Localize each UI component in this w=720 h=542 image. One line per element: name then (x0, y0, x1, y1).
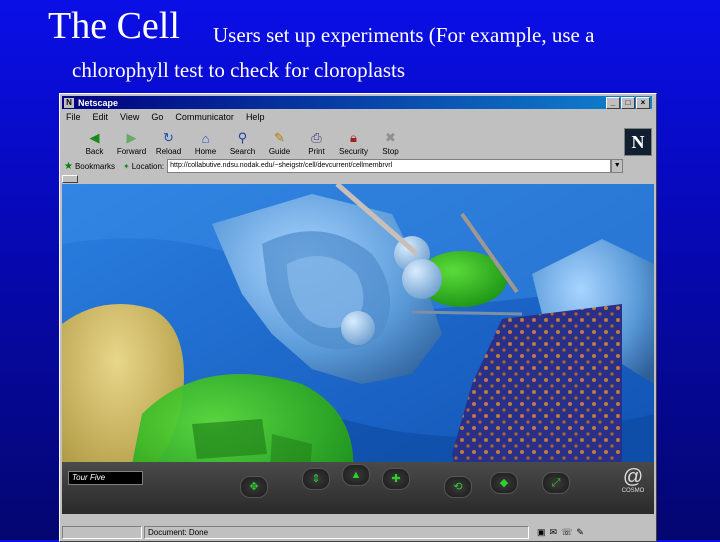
cosmo-swirl-icon: @ (622, 466, 644, 488)
home-icon: ⌂ (201, 130, 210, 146)
toolbar-grip-handle[interactable] (62, 175, 78, 183)
minimize-button[interactable]: _ (606, 97, 620, 109)
security-button[interactable]: 🔒︎ Security (335, 126, 372, 156)
menu-go[interactable]: Go (149, 112, 165, 122)
menu-bar: File Edit View Go Communicator Help (64, 110, 266, 123)
menu-communicator[interactable]: Communicator (173, 112, 236, 122)
component-navigator-icon[interactable]: ▣ (537, 527, 546, 538)
cosmo-logo: @ COSMO (618, 466, 648, 494)
mail-icon[interactable]: ✉ (550, 527, 558, 538)
netscape-window-icon[interactable]: N (64, 97, 74, 108)
close-button[interactable]: × (636, 97, 650, 109)
page-proxy-icon[interactable]: ✦ (123, 162, 130, 171)
slide-title: The Cell (48, 5, 180, 47)
walk-control-icon[interactable]: ✚ (382, 468, 410, 490)
stop-icon: ✖ (385, 130, 396, 145)
navigation-toolbar: ◀ Back ▶ Forward ↻ Reload ⌂ Home ⚲ Searc… (76, 126, 409, 156)
status-bar: Document: Done ▣ ✉ ☏ ✎ (62, 526, 654, 539)
personal-toolbar (62, 175, 652, 183)
composer-icon[interactable]: ✎ (576, 527, 584, 538)
pan-control-icon[interactable]: ✥ (240, 476, 268, 498)
print-button[interactable]: ⎙ Print (298, 126, 335, 156)
browser-window: N Netscape _ □ × File Edit View Go Commu… (59, 93, 657, 542)
bookmark-icon: ★ (64, 160, 73, 172)
go-forward-control-icon[interactable]: ▲ (342, 464, 370, 486)
location-url-field[interactable]: http://collabutive.ndsu.nodak.edu/~sheig… (167, 159, 612, 173)
menu-edit[interactable]: Edit (91, 112, 111, 122)
forward-button[interactable]: ▶ Forward (113, 126, 150, 156)
location-bar: ★ Bookmarks ✦ Location: http://collabuti… (64, 158, 650, 174)
security-lock-icon: 🔒︎ (350, 130, 357, 145)
window-title: Netscape (78, 97, 119, 108)
cosmo-player-controls: Tour Five ✥ ⇕ ▲ ✚ ⟲ ◆ ⤢ @ COSMO (62, 462, 654, 514)
stop-button[interactable]: ✖ Stop (372, 126, 409, 156)
zoom-control-icon[interactable]: ⇕ (302, 468, 330, 490)
discussion-icon[interactable]: ☏ (561, 527, 572, 538)
forward-arrow-icon: ▶ (126, 130, 137, 145)
straighten-control-icon[interactable]: ⤢ (542, 472, 570, 494)
maximize-button[interactable]: □ (621, 97, 635, 109)
menu-file[interactable]: File (64, 112, 83, 122)
home-button[interactable]: ⌂ Home (187, 126, 224, 157)
back-button[interactable]: ◀ Back (76, 126, 113, 156)
reload-icon: ↻ (163, 130, 174, 145)
location-dropdown-icon[interactable]: ▼ (611, 159, 624, 173)
netscape-logo[interactable]: N (624, 128, 652, 156)
location-label: ✦ Location: (122, 161, 165, 171)
back-arrow-icon: ◀ (89, 130, 100, 145)
slide-subtitle-line2: chlorophyll test to check for cloroplast… (72, 58, 405, 82)
seek-control-icon[interactable]: ◆ (490, 472, 518, 494)
status-text: Document: Done (144, 526, 529, 539)
menu-view[interactable]: View (118, 112, 141, 122)
security-status-indicator[interactable] (62, 526, 142, 539)
guide-button[interactable]: ✎ Guide (261, 126, 298, 156)
title-bar[interactable]: N Netscape _ □ × (62, 96, 652, 109)
slide-subtitle-line1: Users set up experiments (For example, u… (213, 23, 595, 47)
search-icon: ⚲ (237, 130, 248, 145)
rotate-control-icon[interactable]: ⟲ (444, 476, 472, 498)
bookmarks-button[interactable]: ★ Bookmarks (64, 161, 115, 172)
menu-help[interactable]: Help (244, 112, 267, 122)
search-button[interactable]: ⚲ Search (224, 126, 261, 156)
viewpoint-selector[interactable]: Tour Five (68, 471, 143, 485)
print-icon: ⎙ (311, 130, 322, 145)
guide-icon: ✎ (274, 130, 285, 145)
reload-button[interactable]: ↻ Reload (150, 126, 187, 156)
